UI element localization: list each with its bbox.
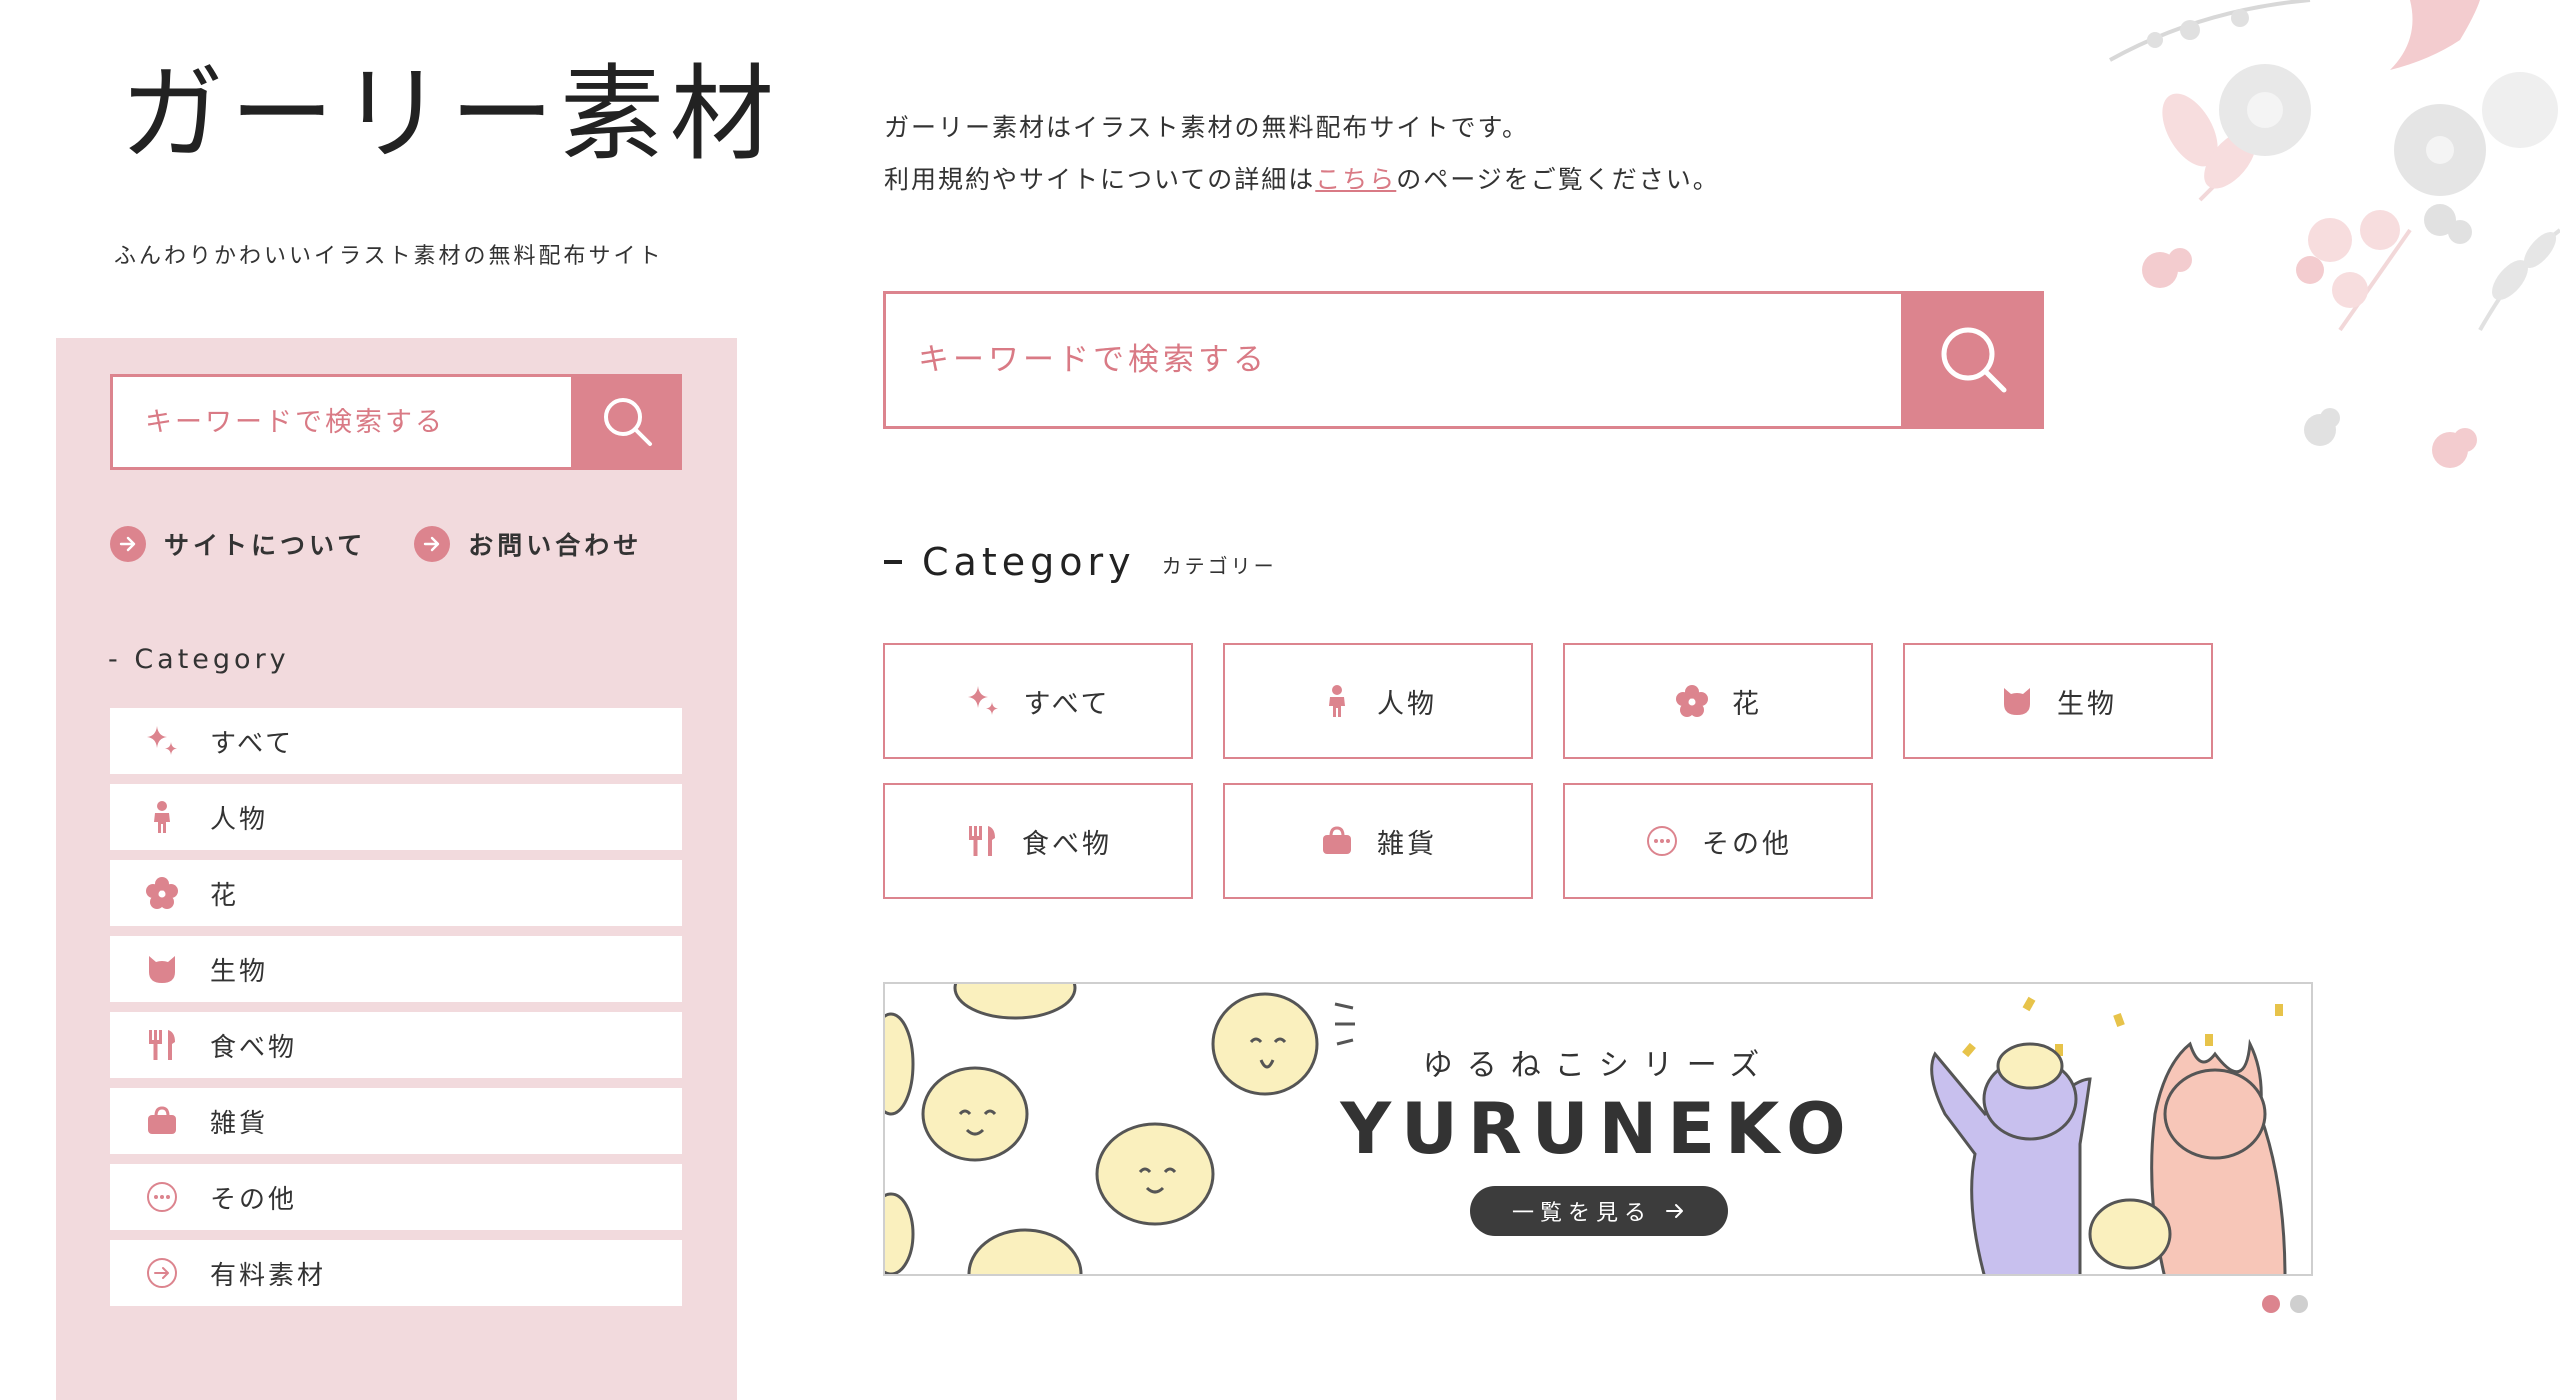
sidebar-item-all[interactable]: すべて <box>110 708 682 774</box>
category-card-label: すべて <box>1023 688 1111 720</box>
category-card-goods[interactable]: 雑貨 <box>1223 783 1533 899</box>
person-icon <box>144 799 180 835</box>
sidebar-links: サイトについて お問い合わせ <box>110 526 642 562</box>
sidebar-item-label: 有料素材 <box>210 1260 327 1291</box>
intro-text-after: のページをご覧ください。 <box>1396 165 1720 194</box>
sidebar-item-label: すべて <box>210 728 295 759</box>
cutlery-icon <box>964 823 1000 859</box>
view-list-button-label: 一覧を見る <box>1511 1201 1652 1226</box>
intro-line-1: ガーリー素材はイラスト素材の無料配布サイトです。 <box>884 113 1530 142</box>
sidebar-category-title: - Category <box>108 644 290 675</box>
cat-illustration-right <box>1930 996 2287 1274</box>
arrow-right-circle-outline-icon <box>144 1255 180 1291</box>
arrow-right-icon <box>1666 1204 1683 1218</box>
sparkle-icon <box>965 683 1001 719</box>
terms-link[interactable]: こちら <box>1315 165 1396 194</box>
sidebar-item-label: 人物 <box>210 804 269 835</box>
carousel-dot[interactable] <box>2290 1295 2308 1313</box>
cat-icon <box>144 951 180 987</box>
category-heading-en: Category <box>922 540 1136 584</box>
person-icon <box>1319 683 1355 719</box>
main-search-input[interactable] <box>916 341 1901 379</box>
carousel-dots <box>2262 1295 2308 1313</box>
carousel-dot-active[interactable] <box>2262 1295 2280 1313</box>
sidebar-item-food[interactable]: 食べ物 <box>110 1012 682 1078</box>
category-card-label: 生物 <box>2057 688 2117 720</box>
sidebar: サイトについて お問い合わせ - Category すべて 人物 花 <box>56 338 737 1400</box>
sidebar-search-input[interactable] <box>143 405 571 439</box>
category-heading: Category カテゴリー <box>884 540 1277 584</box>
more-icon <box>1644 823 1680 859</box>
contact-link-label: お問い合わせ <box>468 531 643 560</box>
arrow-right-circle-icon <box>414 526 451 562</box>
category-card-label: 人物 <box>1377 688 1437 720</box>
sidebar-item-label: 食べ物 <box>210 1032 298 1063</box>
cutlery-icon <box>144 1027 180 1063</box>
sidebar-item-paid[interactable]: 有料素材 <box>110 1240 682 1306</box>
category-card-label: 花 <box>1732 688 1762 720</box>
sidebar-item-label: 花 <box>210 880 240 911</box>
category-card-label: 雑貨 <box>1377 828 1437 860</box>
about-link[interactable]: サイトについて <box>110 526 366 562</box>
sidebar-item-flower[interactable]: 花 <box>110 860 682 926</box>
heading-dash <box>884 560 902 564</box>
category-card-label: その他 <box>1702 828 1792 860</box>
category-card-food[interactable]: 食べ物 <box>883 783 1193 899</box>
bag-icon <box>1319 823 1355 859</box>
main-search-button[interactable] <box>1904 291 2044 429</box>
floral-decoration-image <box>2109 0 2560 468</box>
site-tagline: ふんわりかわいいイラスト素材の無料配布サイト <box>114 244 664 269</box>
sidebar-item-label: 生物 <box>210 956 269 987</box>
sidebar-item-people[interactable]: 人物 <box>110 784 682 850</box>
search-icon <box>1941 327 2007 393</box>
yuruneko-banner[interactable]: ゆるねこシリーズ YURUNEKO 一覧を見る <box>883 982 2313 1276</box>
flower-icon <box>144 875 180 911</box>
arrow-right-circle-icon <box>110 526 146 562</box>
main-search <box>883 291 2044 429</box>
about-link-label: サイトについて <box>164 531 367 560</box>
sidebar-search-field <box>110 374 574 470</box>
sidebar-item-label: 雑貨 <box>210 1108 269 1139</box>
sparkle-icon <box>144 723 180 759</box>
view-list-button[interactable]: 一覧を見る <box>1470 1186 1728 1236</box>
category-heading-ja: カテゴリー <box>1161 553 1277 578</box>
sidebar-item-other[interactable]: その他 <box>110 1164 682 1230</box>
sidebar-item-goods[interactable]: 雑貨 <box>110 1088 682 1154</box>
search-icon <box>604 398 652 446</box>
category-card-all[interactable]: すべて <box>883 643 1193 759</box>
category-grid: すべて 人物 花 生物 食べ物 雑貨 その他 <box>883 643 2213 899</box>
contact-link[interactable]: お問い合わせ <box>414 526 642 562</box>
flower-icon <box>1674 683 1710 719</box>
main-search-field <box>883 291 1904 429</box>
category-card-other[interactable]: その他 <box>1563 783 1873 899</box>
more-icon <box>144 1179 180 1215</box>
intro-text-before: 利用規約やサイトについての詳細は <box>884 165 1316 194</box>
sidebar-item-animals[interactable]: 生物 <box>110 936 682 1002</box>
sidebar-search <box>110 374 682 470</box>
sidebar-category-list: すべて 人物 花 生物 食べ物 雑貨 その他 有料素材 <box>110 708 682 1316</box>
category-card-animals[interactable]: 生物 <box>1903 643 2213 759</box>
category-card-people[interactable]: 人物 <box>1223 643 1533 759</box>
category-card-flower[interactable]: 花 <box>1563 643 1873 759</box>
category-card-label: 食べ物 <box>1022 828 1112 860</box>
site-logo[interactable]: ガーリー素材 <box>120 62 780 166</box>
intro-text: ガーリー素材はイラスト素材の無料配布サイトです。 利用規約やサイトについての詳細… <box>884 102 1720 206</box>
bag-icon <box>144 1103 180 1139</box>
cat-icon <box>1999 683 2035 719</box>
sidebar-item-label: その他 <box>210 1184 298 1215</box>
sidebar-search-button[interactable] <box>574 374 682 470</box>
intro-line-2: 利用規約やサイトについての詳細はこちらのページをご覧ください。 <box>884 154 1720 206</box>
